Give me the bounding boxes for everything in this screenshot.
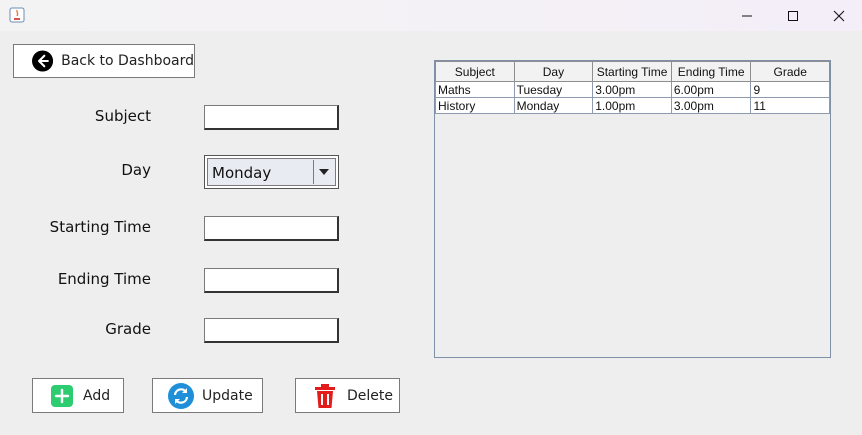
close-button[interactable] bbox=[816, 0, 862, 31]
day-label: Day bbox=[121, 161, 151, 179]
delete-button[interactable]: Delete bbox=[295, 378, 400, 413]
column-header-ending-time[interactable]: Ending Time bbox=[670, 61, 752, 82]
update-button[interactable]: Update bbox=[152, 378, 263, 413]
ending-time-input[interactable] bbox=[204, 268, 339, 293]
refresh-icon bbox=[168, 382, 194, 409]
table-cell[interactable]: Tuesday bbox=[513, 81, 594, 98]
close-icon bbox=[833, 10, 845, 21]
minimize-button[interactable] bbox=[724, 0, 770, 31]
table-cell[interactable]: 11 bbox=[750, 97, 830, 114]
subject-input[interactable] bbox=[204, 105, 339, 130]
timetable-table-panel: Subject Day Starting Time Ending Time Gr… bbox=[434, 60, 831, 358]
starting-time-input[interactable] bbox=[204, 216, 339, 241]
title-bar bbox=[0, 0, 862, 31]
column-header-day[interactable]: Day bbox=[513, 61, 594, 82]
table-cell[interactable]: 1.00pm bbox=[592, 97, 672, 114]
day-selected-value: Monday bbox=[212, 164, 272, 182]
chevron-down-icon bbox=[319, 169, 329, 175]
table-row[interactable]: History Monday 1.00pm 3.00pm 11 bbox=[435, 97, 830, 114]
table-cell[interactable]: 9 bbox=[750, 81, 830, 98]
subject-label: Subject bbox=[94, 107, 151, 125]
table-header-row: Subject Day Starting Time Ending Time Gr… bbox=[435, 61, 830, 82]
grade-label: Grade bbox=[105, 320, 151, 338]
table-cell[interactable]: 3.00pm bbox=[592, 81, 672, 98]
column-header-subject[interactable]: Subject bbox=[435, 61, 515, 82]
maximize-icon bbox=[788, 10, 798, 21]
column-header-grade[interactable]: Grade bbox=[750, 61, 830, 82]
starting-time-label: Starting Time bbox=[49, 218, 151, 236]
table-cell[interactable]: History bbox=[435, 97, 515, 114]
table-cell[interactable]: Maths bbox=[435, 81, 515, 98]
grade-input[interactable] bbox=[204, 318, 339, 343]
add-label: Add bbox=[83, 387, 111, 404]
day-dropdown[interactable]: Monday bbox=[204, 155, 339, 189]
table-cell[interactable]: Monday bbox=[513, 97, 594, 114]
table-cell[interactable]: 6.00pm bbox=[670, 81, 752, 98]
plus-icon bbox=[51, 384, 73, 407]
arrow-left-icon bbox=[32, 50, 54, 72]
table-row[interactable]: Maths Tuesday 3.00pm 6.00pm 9 bbox=[435, 81, 830, 98]
back-to-dashboard-label: Back to Dashboard bbox=[61, 53, 194, 69]
maximize-button[interactable] bbox=[770, 0, 816, 31]
update-label: Update bbox=[202, 387, 253, 404]
minimize-icon bbox=[742, 15, 752, 16]
table-cell[interactable]: 3.00pm bbox=[670, 97, 752, 114]
add-button[interactable]: Add bbox=[32, 378, 124, 413]
back-to-dashboard-button[interactable]: Back to Dashboard bbox=[13, 44, 195, 78]
delete-label: Delete bbox=[347, 387, 393, 404]
timetable-table: Subject Day Starting Time Ending Time Gr… bbox=[435, 61, 830, 114]
column-header-starting-time[interactable]: Starting Time bbox=[592, 61, 672, 82]
ending-time-label: Ending Time bbox=[57, 270, 151, 288]
trash-icon bbox=[315, 383, 335, 408]
main-panel: Back to Dashboard Subject Day Monday Sta… bbox=[0, 31, 862, 435]
java-app-icon bbox=[9, 7, 25, 23]
dropdown-arrow-button[interactable] bbox=[313, 160, 334, 184]
